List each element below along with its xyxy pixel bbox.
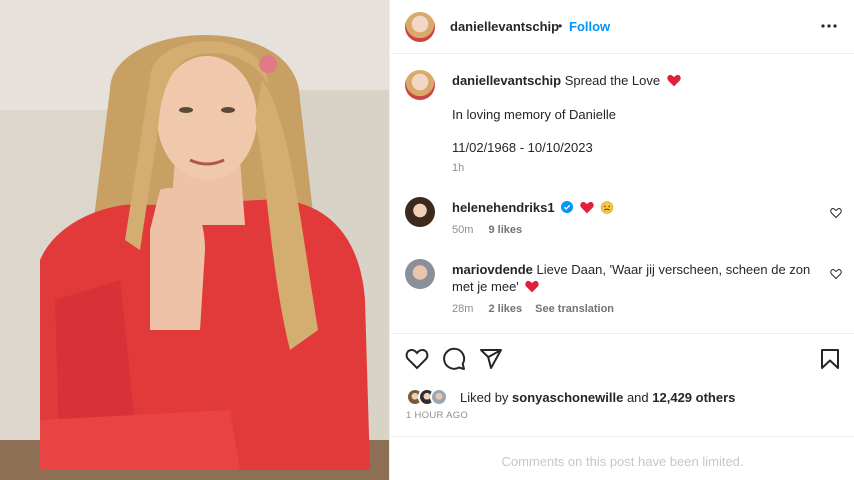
caption-time: 1h [452, 162, 465, 174]
comment-2-time: 28m [452, 303, 474, 315]
instagram-post: daniellevantschip • Follow daniellevants… [0, 0, 854, 480]
comment-1-time: 50m [452, 224, 474, 236]
share-icon[interactable] [479, 347, 503, 371]
post-photo[interactable] [0, 0, 389, 480]
comment-avatar-helene[interactable] [405, 197, 435, 227]
portrait-image [0, 0, 389, 480]
follow-button[interactable]: Follow [569, 19, 610, 34]
author-avatar[interactable] [405, 12, 435, 42]
likes-others[interactable]: 12,429 others [652, 390, 735, 405]
comment-1-heart-icon[interactable] [830, 207, 842, 219]
post-actions: Liked by sonyaschonewille and 12,429 oth… [390, 333, 854, 435]
author-username[interactable]: daniellevantschip [450, 19, 559, 34]
sad-emoji-icon [601, 201, 614, 214]
caption-text: Spread the Love [564, 73, 661, 88]
see-translation-link[interactable]: See translation [535, 303, 614, 315]
liked-by-user[interactable]: sonyaschonewille [512, 390, 623, 405]
caption-avatar[interactable] [405, 70, 435, 100]
comment-1-meta: 50m 9 likes [452, 224, 522, 236]
post-header: daniellevantschip • Follow [390, 0, 854, 54]
comment-2: mariovdende Lieve Daan, 'Waar jij versch… [452, 262, 810, 277]
red-heart-emoji-icon [667, 74, 681, 87]
comment-2-text: Lieve Daan, 'Waar jij verscheen, scheen … [536, 262, 811, 277]
comment-1-likes[interactable]: 9 likes [488, 224, 522, 236]
comment-2-likes[interactable]: 2 likes [488, 303, 522, 315]
heart-icon[interactable] [405, 347, 429, 371]
likes-summary: Liked by sonyaschonewille and 12,429 oth… [460, 390, 735, 405]
comment-icon[interactable] [442, 347, 466, 371]
post-timestamp: 1 HOUR AGO [406, 410, 469, 421]
comment-2-heart-icon[interactable] [830, 268, 842, 280]
caption-line1: daniellevantschip Spread the Love [452, 73, 681, 88]
more-icon[interactable] [821, 18, 837, 34]
red-heart-emoji-icon [525, 280, 540, 293]
comment-1: helenehendriks1 [452, 200, 614, 215]
comment-1-username[interactable]: helenehendriks1 [452, 200, 555, 215]
verified-icon [561, 201, 574, 213]
caption-line2: In loving memory of Danielle [452, 107, 617, 122]
red-heart-emoji-icon [580, 201, 594, 214]
liker-avatars[interactable] [406, 388, 456, 408]
comment-2-text2: met je mee' [452, 279, 519, 294]
caption-username[interactable]: daniellevantschip [452, 73, 561, 88]
likes-prefix: Liked by [460, 390, 509, 405]
caption-line3: 11/02/1968 - 10/10/2023 [452, 140, 593, 155]
comment-2-line2: met je mee' [452, 279, 540, 294]
post-sidebar: daniellevantschip • Follow daniellevants… [389, 0, 854, 480]
comment-2-username[interactable]: mariovdende [452, 262, 533, 277]
comment-avatar-mario[interactable] [405, 259, 435, 289]
bookmark-icon[interactable] [818, 347, 842, 371]
separator-dot: • [558, 19, 563, 33]
likes-and: and [626, 390, 649, 405]
comment-2-meta: 28m 2 likes See translation [452, 303, 614, 315]
liker-avatar [430, 388, 448, 406]
comments-limited-notice: Comments on this post have been limited. [390, 436, 854, 480]
